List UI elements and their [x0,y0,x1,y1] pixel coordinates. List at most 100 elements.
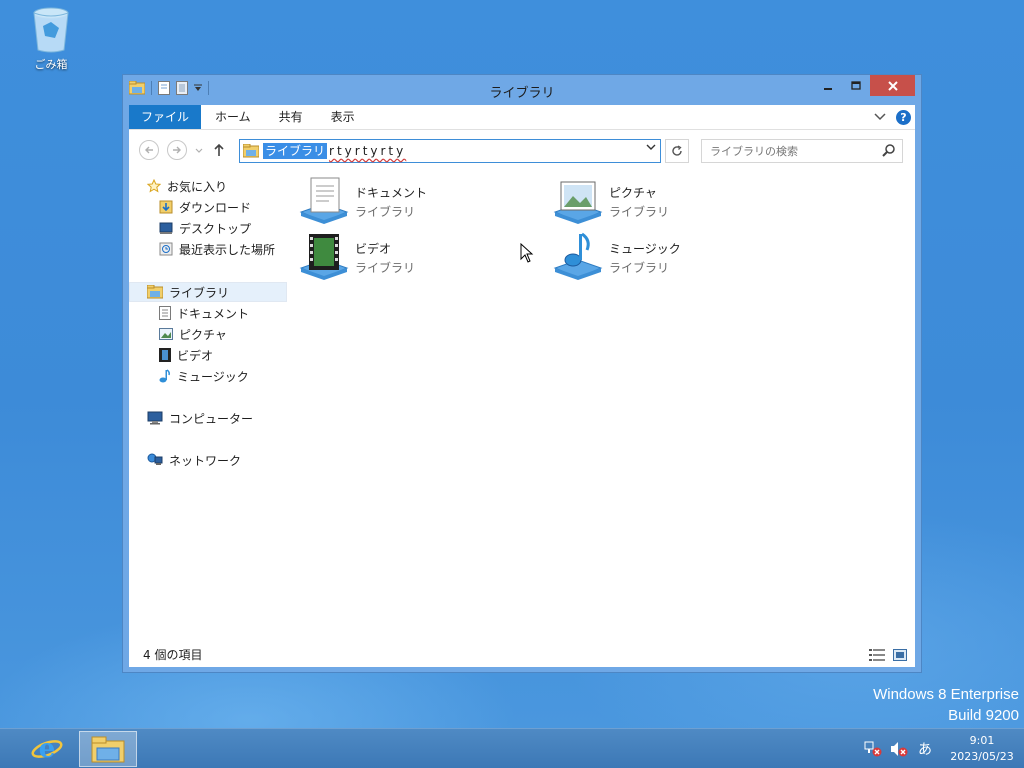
taskbar-internet-explorer[interactable]: e [18,731,76,767]
windows-watermark: Windows 8 Enterprise Build 9200 [873,684,1019,726]
file-explorer-icon [91,736,125,763]
video-icon [159,348,171,362]
title-bar[interactable]: ライブラリ [123,75,921,105]
nav-label: ピクチャ [179,327,227,342]
recent-places-icon [159,242,173,256]
search-icon[interactable] [882,143,896,157]
tab-view[interactable]: 表示 [317,105,369,129]
taskbar-file-explorer[interactable] [79,731,137,767]
minimize-button[interactable] [814,75,842,96]
nav-videos[interactable]: ビデオ [159,345,213,365]
nav-label: コンピューター [169,411,254,426]
nav-label: ドキュメント [177,306,250,321]
star-icon [147,179,161,193]
close-button[interactable] [870,75,915,96]
navigation-pane: お気に入り ダウンロード デスクトップ 最近表示した場所 ライブラリ ドキュメン… [129,176,287,636]
network-icon [147,453,163,465]
library-tile-music[interactable]: ミュージック ライブラリ [553,232,773,284]
library-type: ライブラリ [355,205,416,219]
address-selected-text: ライブラリ [263,143,328,159]
library-text: ミュージック ライブラリ [609,232,681,276]
nav-documents[interactable]: ドキュメント [159,303,249,323]
document-library-icon [299,177,349,224]
address-bar[interactable]: ライブラリ rtyrtyrty [239,139,661,163]
library-text: ドキュメント ライブラリ [355,176,427,220]
mouse-cursor-icon [520,243,534,263]
nav-music[interactable]: ミュージック [159,366,249,386]
tab-home[interactable]: ホーム [201,105,265,129]
network-status-button[interactable] [862,738,884,760]
recycle-bin-icon [33,7,69,53]
svg-text:e: e [39,734,56,764]
library-text: ピクチャ ライブラリ [609,176,669,220]
library-folder-icon [147,285,163,299]
details-view-icon[interactable] [869,649,885,661]
nav-downloads[interactable]: ダウンロード [159,197,251,217]
downloads-icon [159,200,173,214]
library-tile-videos[interactable]: ビデオ ライブラリ [299,232,519,284]
expand-ribbon-icon[interactable] [874,113,886,121]
nav-pictures[interactable]: ピクチャ [159,324,227,344]
up-arrow-icon[interactable] [213,143,225,157]
tab-share[interactable]: 共有 [265,105,317,129]
nav-label: ミュージック [177,369,249,384]
taskbar: e あ 9:01 2023/05/23 [0,728,1024,768]
status-bar-count: 4 個の項目 [143,648,203,662]
forward-arrow-icon [173,146,181,154]
library-tile-documents[interactable]: ドキュメント ライブラリ [299,176,519,228]
library-type: ライブラリ [609,261,670,275]
refresh-icon [672,145,682,156]
nav-desktop[interactable]: デスクトップ [159,218,251,238]
watermark-edition: Windows 8 Enterprise [873,686,1019,703]
taskbar-clock[interactable]: 9:01 2023/05/23 [940,733,1024,765]
computer-icon [147,411,163,425]
volume-button[interactable] [888,738,910,760]
window-title: ライブラリ [489,86,555,101]
ribbon-right-controls: ? [874,109,915,125]
library-folder-icon [243,144,259,158]
volume-muted-icon [891,742,908,757]
nav-network[interactable]: ネットワーク [147,450,241,470]
library-tile-pictures[interactable]: ピクチャ ライブラリ [553,176,773,228]
back-arrow-icon [145,146,153,154]
ribbon-tabs: ファイル ホーム 共有 表示 ? [129,105,915,129]
nav-label: 最近表示した場所 [179,242,276,257]
address-dropdown-icon[interactable] [646,143,656,151]
picture-icon [159,328,173,340]
library-type: ライブラリ [609,205,670,219]
nav-libraries[interactable]: ライブラリ [129,282,287,302]
ime-indicator[interactable]: あ [914,738,936,760]
explorer-content: ライブラリ rtyrtyrty お気に入り ダウンロード [129,129,915,667]
nav-label: ダウンロード [179,200,252,215]
music-library-icon [553,232,603,280]
tab-file[interactable]: ファイル [129,105,202,129]
maximize-button[interactable] [842,75,870,96]
library-items: ドキュメント ライブラリ ピクチャ ライブラリ ビデオ ライブラリ ミュージック… [299,176,909,306]
recycle-bin[interactable]: ごみ箱 [26,6,76,74]
search-input[interactable] [710,144,870,158]
nav-computer[interactable]: コンピューター [147,408,253,428]
nav-label: ライブラリ [169,285,230,300]
internet-explorer-icon: e [31,734,63,764]
large-icons-view-icon[interactable] [893,649,907,661]
close-icon [887,80,898,91]
view-buttons [869,649,907,661]
library-type: ライブラリ [355,261,416,275]
help-icon[interactable]: ? [896,109,911,125]
library-name: ミュージック [609,242,681,256]
forward-button[interactable] [167,140,187,160]
nav-label: デスクトップ [179,221,252,236]
maximize-icon [851,80,861,90]
search-box[interactable] [701,139,903,163]
window-controls [814,75,915,96]
system-tray: あ 9:01 2023/05/23 [862,729,1024,768]
refresh-button[interactable] [665,139,689,163]
back-button[interactable] [139,140,159,160]
library-name: ピクチャ [609,186,657,200]
nav-label: ネットワーク [169,453,242,468]
watermark-build: Build 9200 [948,707,1019,724]
nav-label: ビデオ [177,348,214,363]
recent-locations-icon[interactable] [195,148,203,154]
nav-recent-places[interactable]: 最近表示した場所 [159,239,275,259]
nav-favorites[interactable]: お気に入り [147,176,227,196]
